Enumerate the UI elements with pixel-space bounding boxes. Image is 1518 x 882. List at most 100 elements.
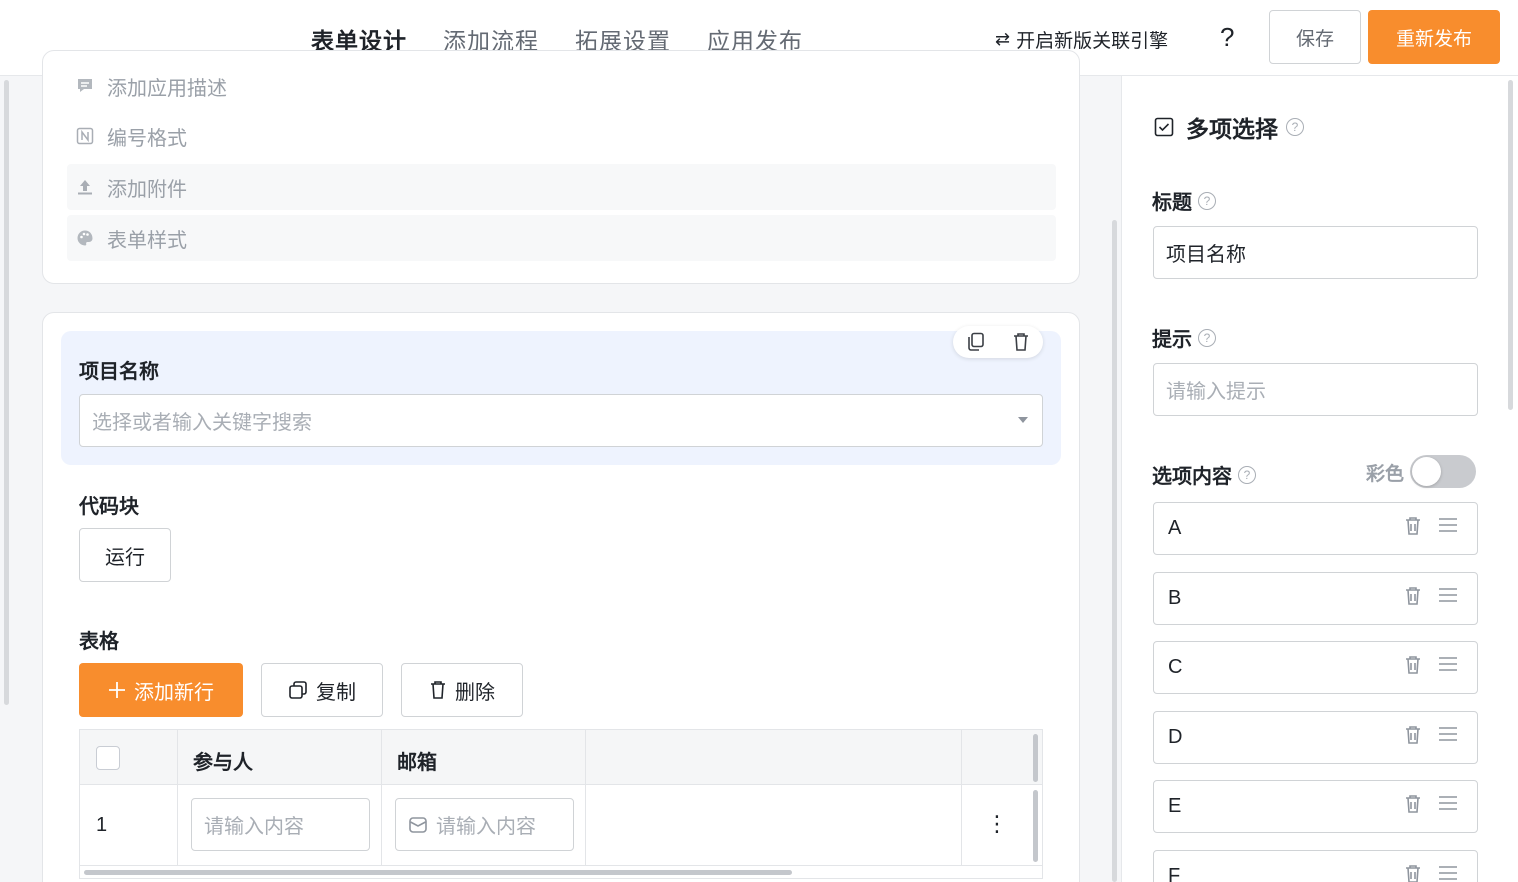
option-label: B — [1168, 586, 1182, 609]
table-row: 1 请输入内容 请输入内容 ⋮ — [80, 785, 1042, 866]
drag-handle-icon[interactable] — [1438, 516, 1460, 540]
delete-option-icon[interactable] — [1404, 794, 1424, 818]
option-row[interactable]: D — [1153, 710, 1478, 764]
add-app-description[interactable]: 添加应用描述 — [67, 63, 1056, 109]
add-attachment[interactable]: 添加附件 — [67, 164, 1056, 210]
toggle-knob — [1412, 457, 1441, 486]
hint-input-placeholder: 请输入提示 — [1166, 381, 1266, 403]
divider — [177, 730, 178, 866]
divider — [381, 730, 382, 866]
column-email: 邮箱 — [397, 752, 437, 774]
options-setting-label: 选项内容 ? — [1152, 460, 1256, 489]
drag-handle-icon[interactable] — [1438, 794, 1460, 818]
delete-row-label: 删除 — [455, 681, 495, 704]
left-scrollbar[interactable] — [4, 80, 9, 705]
checkbox-icon — [1154, 117, 1174, 137]
help-circle-icon[interactable]: ? — [1238, 465, 1256, 484]
comment-icon — [75, 76, 95, 96]
new-engine-link[interactable]: ⇄ 开启新版关联引擎 — [995, 26, 1168, 53]
email-input[interactable]: 请输入内容 — [395, 798, 574, 851]
code-block-label: 代码块 — [79, 496, 139, 518]
delete-field-icon[interactable] — [1009, 330, 1033, 354]
help-circle-icon[interactable]: ? — [1198, 328, 1216, 347]
email-placeholder: 请输入内容 — [436, 816, 536, 838]
delete-row-button[interactable]: 删除 — [401, 663, 523, 717]
drag-handle-icon[interactable] — [1438, 655, 1460, 679]
delete-option-icon[interactable] — [1404, 516, 1424, 540]
divider — [961, 730, 962, 866]
project-name-placeholder: 选择或者输入关键字搜索 — [92, 412, 312, 434]
drag-handle-icon[interactable] — [1438, 864, 1460, 882]
save-button[interactable]: 保存 — [1269, 10, 1361, 64]
trash-icon — [429, 680, 447, 700]
delete-option-icon[interactable] — [1404, 586, 1424, 610]
form-style-label: 表单样式 — [107, 229, 187, 252]
copy-field-icon[interactable] — [964, 330, 988, 354]
divider — [585, 730, 586, 866]
participant-input[interactable]: 请输入内容 — [191, 798, 370, 851]
table-header-scrollbar[interactable] — [1033, 734, 1038, 782]
title-input[interactable]: 项目名称 — [1153, 226, 1478, 279]
select-all-checkbox[interactable] — [96, 746, 120, 770]
drag-handle-icon[interactable] — [1438, 725, 1460, 749]
table-horizontal-scrollbar[interactable] — [84, 870, 792, 875]
plus-icon — [108, 681, 126, 699]
option-row[interactable]: A — [1153, 502, 1478, 555]
subform-table: 参与人 邮箱 1 请输入内容 请输入内容 ⋮ — [79, 729, 1043, 879]
run-button[interactable]: 运行 — [79, 528, 171, 582]
add-attachment-label: 添加附件 — [107, 178, 187, 201]
drag-handle-icon[interactable] — [1438, 586, 1460, 610]
copy-row-button[interactable]: 复制 — [261, 663, 383, 717]
row-more-icon[interactable]: ⋮ — [986, 813, 1008, 835]
hint-input[interactable]: 请输入提示 — [1153, 363, 1478, 416]
table-label: 表格 — [79, 631, 119, 653]
table-header: 参与人 邮箱 — [80, 730, 1042, 785]
option-row[interactable]: C — [1153, 641, 1478, 694]
help-icon[interactable]: ? — [1220, 22, 1234, 53]
upload-icon — [75, 177, 95, 197]
project-name-select[interactable]: 选择或者输入关键字搜索 — [79, 394, 1043, 447]
canvas-scrollbar[interactable] — [1112, 220, 1117, 882]
number-format-label: 编号格式 — [107, 127, 187, 150]
republish-button[interactable]: 重新发布 — [1368, 10, 1500, 64]
title-setting-label: 标题 ? — [1152, 186, 1216, 215]
panel-scrollbar[interactable] — [1508, 80, 1513, 410]
table-vertical-scrollbar[interactable] — [1033, 790, 1038, 862]
add-row-button[interactable]: 添加新行 — [79, 663, 243, 717]
number-format[interactable]: 编号格式 — [67, 113, 1056, 159]
title-input-value: 项目名称 — [1166, 244, 1246, 266]
form-style[interactable]: 表单样式 — [67, 215, 1056, 261]
swap-icon: ⇄ — [995, 29, 1011, 49]
option-label: C — [1168, 656, 1183, 678]
delete-option-icon[interactable] — [1404, 864, 1424, 882]
color-mode-label: 彩色 — [1366, 464, 1405, 485]
column-participant: 参与人 — [193, 752, 253, 774]
option-label: A — [1168, 517, 1182, 539]
panel-title-text: 多项选择 — [1186, 116, 1278, 142]
option-row[interactable]: E — [1153, 780, 1478, 833]
palette-icon — [75, 228, 95, 248]
add-row-label: 添加新行 — [134, 681, 214, 704]
participant-placeholder: 请输入内容 — [204, 816, 304, 838]
hint-setting-label: 提示 ? — [1152, 323, 1216, 352]
copy-row-label: 复制 — [316, 681, 356, 704]
add-app-description-label: 添加应用描述 — [107, 77, 227, 100]
delete-option-icon[interactable] — [1404, 725, 1424, 749]
delete-option-icon[interactable] — [1404, 655, 1424, 679]
form-settings-card: 添加应用描述 编号格式 添加附件 表单样式 — [42, 50, 1080, 284]
copy-icon — [288, 680, 308, 700]
option-label: E — [1168, 795, 1182, 817]
project-name-label: 项目名称 — [79, 361, 159, 383]
option-label: F — [1168, 864, 1181, 882]
caret-down-icon — [1018, 417, 1028, 423]
new-engine-label: 开启新版关联引擎 — [1016, 31, 1169, 52]
field-action-toolbar — [953, 326, 1043, 358]
help-circle-icon[interactable]: ? — [1198, 191, 1216, 210]
number-icon — [75, 126, 95, 146]
title-setting-text: 标题 — [1152, 192, 1192, 214]
help-circle-icon[interactable]: ? — [1286, 118, 1304, 136]
option-label: D — [1168, 725, 1183, 748]
option-row[interactable]: F — [1153, 849, 1478, 882]
option-row[interactable]: B — [1153, 571, 1478, 625]
color-mode-toggle[interactable] — [1410, 455, 1476, 488]
